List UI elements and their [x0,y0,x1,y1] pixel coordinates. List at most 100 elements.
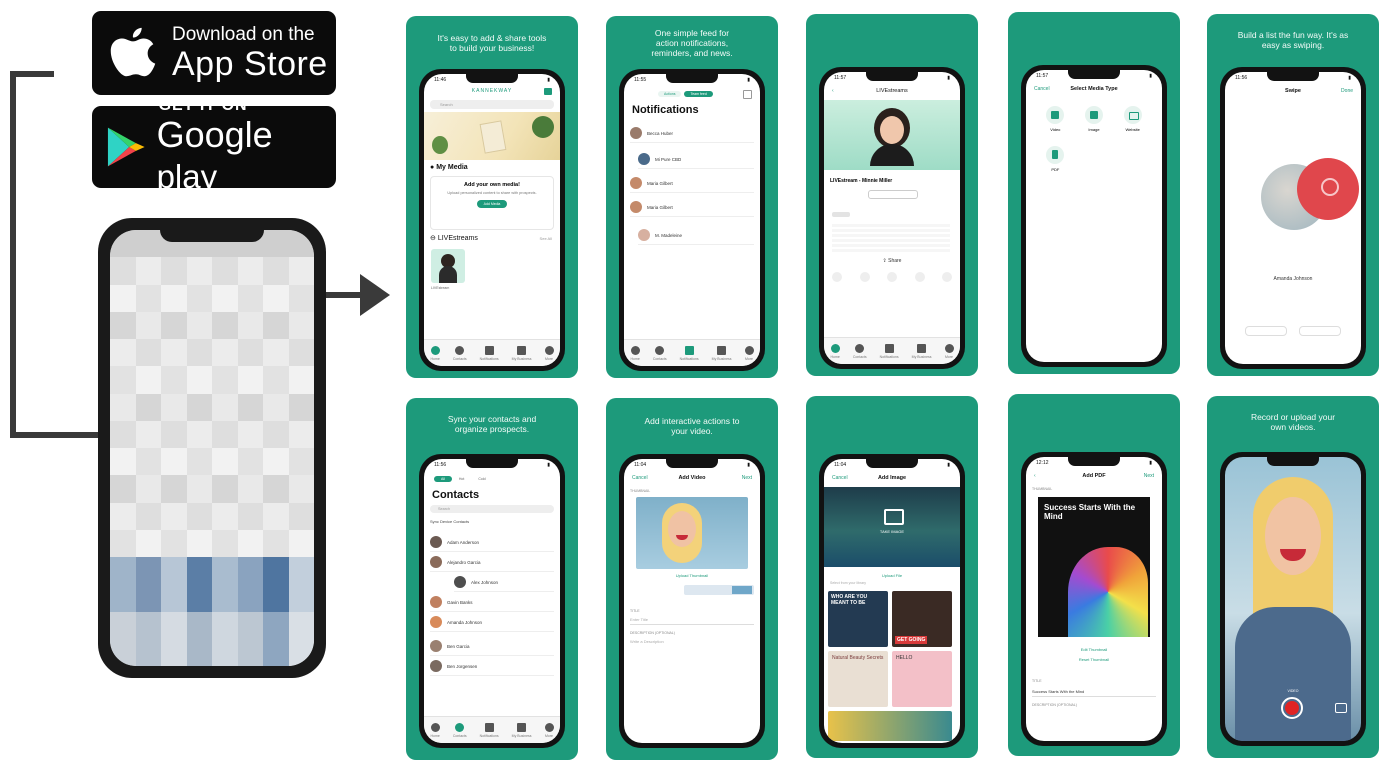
share-option-icon[interactable] [859,272,870,282]
back-chevron-icon[interactable]: ‹ [1034,469,1036,483]
table-row[interactable]: Adam Anderson [430,533,554,552]
avatar [630,201,642,213]
next-button[interactable]: Next [1144,469,1154,483]
edit-thumbnail-link[interactable]: Edit Thumbnail [1026,647,1162,652]
cancel-button[interactable]: Cancel [832,471,848,485]
timeline-strip[interactable] [684,585,754,595]
library-image[interactable]: Natural Beauty Secrets [828,651,888,707]
segment-team-feed[interactable]: Team feed [684,91,713,97]
tab-notifications[interactable]: Notifications [480,722,499,738]
table-row[interactable]: Ben Jorgensen [430,657,554,676]
tab-my-business[interactable]: My Business [712,345,732,361]
table-row[interactable]: Amanda Johnson [430,613,554,632]
library-image[interactable] [828,711,952,741]
segment-actions[interactable]: Actions [658,91,682,97]
media-icon[interactable] [544,88,552,95]
tab-contacts[interactable]: Contacts [853,343,867,359]
take-image-area[interactable]: TAKE IMAGE [824,487,960,567]
list-item[interactable]: Mi Pure CBD [638,150,754,169]
google-play-badge[interactable]: GET IT ON Google play [92,97,336,195]
library-image[interactable]: HELLO [892,651,952,707]
mosaic-pixel [263,284,289,312]
phone-frame: 11:57 ▮ Cancel Select Media Type Video Ima… [1021,65,1167,367]
share-option-icon[interactable] [832,272,842,282]
library-image[interactable]: GET GOING [892,591,952,647]
video-thumbnail[interactable] [636,497,748,569]
list-item[interactable]: Becca Huber [630,124,754,143]
swipe-right-button[interactable] [1299,326,1341,336]
sync-contacts-row[interactable]: Sync Device Contacts [430,519,469,524]
tab-home[interactable]: Home [430,722,440,738]
cancel-button[interactable]: Cancel [632,471,648,485]
tab-more[interactable]: More [944,343,954,359]
library-image[interactable]: WHO ARE YOU MEANT TO BE [828,591,888,647]
tab-home[interactable]: Home [430,345,440,361]
mosaic-pixel [135,393,161,421]
battery-icon: ▮ [947,75,950,81]
share-option-icon[interactable] [887,272,897,282]
tab-more[interactable]: More [744,345,754,361]
back-chevron-icon[interactable]: ‹ [832,84,834,98]
tab-home[interactable]: Home [630,345,640,361]
tab-contacts[interactable]: Contacts [452,722,467,738]
swipe-action-bubble[interactable] [1297,158,1359,220]
upload-thumbnail-link[interactable]: Upload Thumbnail [624,573,760,578]
search-input[interactable]: Search [430,505,554,513]
search-input[interactable]: Search [430,100,554,109]
segment-all[interactable]: All [434,476,452,482]
tab-notifications[interactable]: Notifications [680,345,699,361]
tab-more[interactable]: More [544,345,554,361]
see-all-link[interactable]: See All [540,236,552,241]
next-button[interactable]: Next [742,471,752,485]
segment-hot[interactable]: Hot [452,476,471,482]
tab-contacts[interactable]: Contacts [453,345,467,361]
tab-notifications[interactable]: Notifications [480,345,499,361]
tab-my-business[interactable]: My Business [912,343,932,359]
tab-notifications[interactable]: Notifications [880,343,899,359]
tab-contacts[interactable]: Contacts [653,345,667,361]
table-row[interactable]: Alex Johnson [454,573,554,592]
phone-notch [666,459,718,468]
table-row[interactable]: Alejandro Garcia [430,553,554,572]
table-row[interactable]: Ben Garcia [430,637,554,656]
app-store-badge[interactable]: Download on the App Store [92,11,336,95]
filter-icon[interactable] [743,90,752,99]
title-field[interactable]: Success Starts With the Mind [1032,687,1156,697]
flip-camera-icon[interactable] [1335,703,1347,713]
cancel-button[interactable]: Cancel [1034,82,1050,96]
mosaic-pixel [237,420,263,448]
share-option-icon[interactable] [914,272,925,282]
pdf-title: Success Starts With the Mind [1044,503,1136,521]
segment-cold[interactable]: Cold [471,476,492,482]
media-type-image[interactable]: Image [1075,106,1114,132]
media-type-website[interactable]: Website [1113,106,1152,132]
record-button[interactable] [1281,697,1303,719]
add-media-button[interactable]: Add Media [477,200,507,208]
media-type-pdf[interactable]: PDF [1036,146,1075,172]
swipe-left-button[interactable] [1245,326,1287,336]
done-button[interactable]: Done [1341,84,1353,98]
tab-home[interactable]: Home [830,343,840,359]
list-item[interactable]: M. Madeleine [638,226,754,245]
description-field[interactable]: Write a Description [630,639,754,644]
image-caption: Natural Beauty Secrets [832,655,884,661]
list-item[interactable]: Maria Gilbert [630,198,754,217]
upload-file-link[interactable]: Upload File [824,573,960,578]
title-field[interactable]: Enter Title [630,615,754,625]
section-title: ● My Media [430,164,468,171]
tab-my-business[interactable]: My Business [512,345,532,361]
mosaic-pixel [212,502,238,530]
media-type-video[interactable]: Video [1036,106,1075,132]
livestream-thumbnail[interactable] [431,249,465,283]
tab-label: Contacts [452,733,467,738]
media-type-label: Video [1050,127,1061,132]
table-row[interactable]: Gavin Banks [430,593,554,612]
action-pill[interactable] [868,190,918,199]
reset-thumbnail-link[interactable]: Reset Thumbnail [1026,657,1162,662]
list-item[interactable]: Maria Gilbert [630,174,754,193]
pdf-thumbnail[interactable]: Success Starts With the Mind [1038,497,1150,637]
tab-my-business[interactable]: My Business [512,722,532,738]
share-row[interactable]: ⇪ Share [824,258,960,264]
share-option-icon[interactable] [942,272,952,282]
tab-more[interactable]: More [544,722,554,738]
